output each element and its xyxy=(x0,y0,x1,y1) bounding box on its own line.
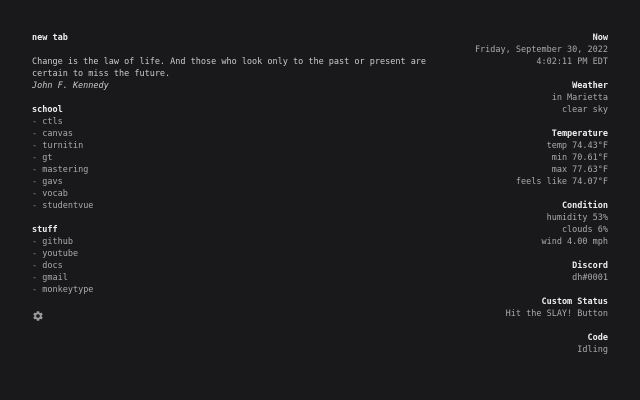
condition-title: Condition xyxy=(561,201,608,211)
condition-wind: wind 4.00 mph xyxy=(541,237,608,247)
new-tab-page: new tab Change is the law of life. And t… xyxy=(0,0,640,400)
now-section: Now Friday, September 30, 2022 4:02:11 P… xyxy=(368,32,608,68)
temperature-current: temp 74.43°F xyxy=(546,141,608,151)
discord-title: Discord xyxy=(572,261,608,271)
custom-status-title: Custom Status xyxy=(541,297,608,307)
code-section: Code Idling xyxy=(368,332,608,356)
discord-section: Discord dh#0001 xyxy=(368,260,608,284)
current-date: Friday, September 30, 2022 xyxy=(474,45,608,55)
weather-description: clear sky xyxy=(561,105,608,115)
weather-title: Weather xyxy=(572,81,608,91)
code-state: Idling xyxy=(577,345,608,355)
weather-location: in Marietta xyxy=(551,93,608,103)
condition-section: Condition humidity 53% clouds 6% wind 4.… xyxy=(368,200,608,248)
temperature-min: min 70.61°F xyxy=(551,153,608,163)
temperature-title: Temperature xyxy=(551,129,608,139)
condition-humidity: humidity 53% xyxy=(546,213,608,223)
weather-section: Weather in Marietta clear sky xyxy=(368,80,608,116)
discord-user: dh#0001 xyxy=(572,273,608,283)
right-panel: Now Friday, September 30, 2022 4:02:11 P… xyxy=(368,32,608,368)
now-title: Now xyxy=(592,33,608,43)
temperature-max: max 77.63°F xyxy=(551,165,608,175)
custom-status-text: Hit the SLAY! Button xyxy=(505,309,608,319)
custom-status-section: Custom Status Hit the SLAY! Button xyxy=(368,296,608,320)
condition-clouds: clouds 6% xyxy=(561,225,608,235)
gear-icon[interactable] xyxy=(32,310,44,322)
temperature-section: Temperature temp 74.43°F min 70.61°F max… xyxy=(368,128,608,188)
current-time: 4:02:11 PM EDT xyxy=(536,57,608,67)
code-title: Code xyxy=(587,333,608,343)
temperature-feels-like: feels like 74.07°F xyxy=(515,177,608,187)
